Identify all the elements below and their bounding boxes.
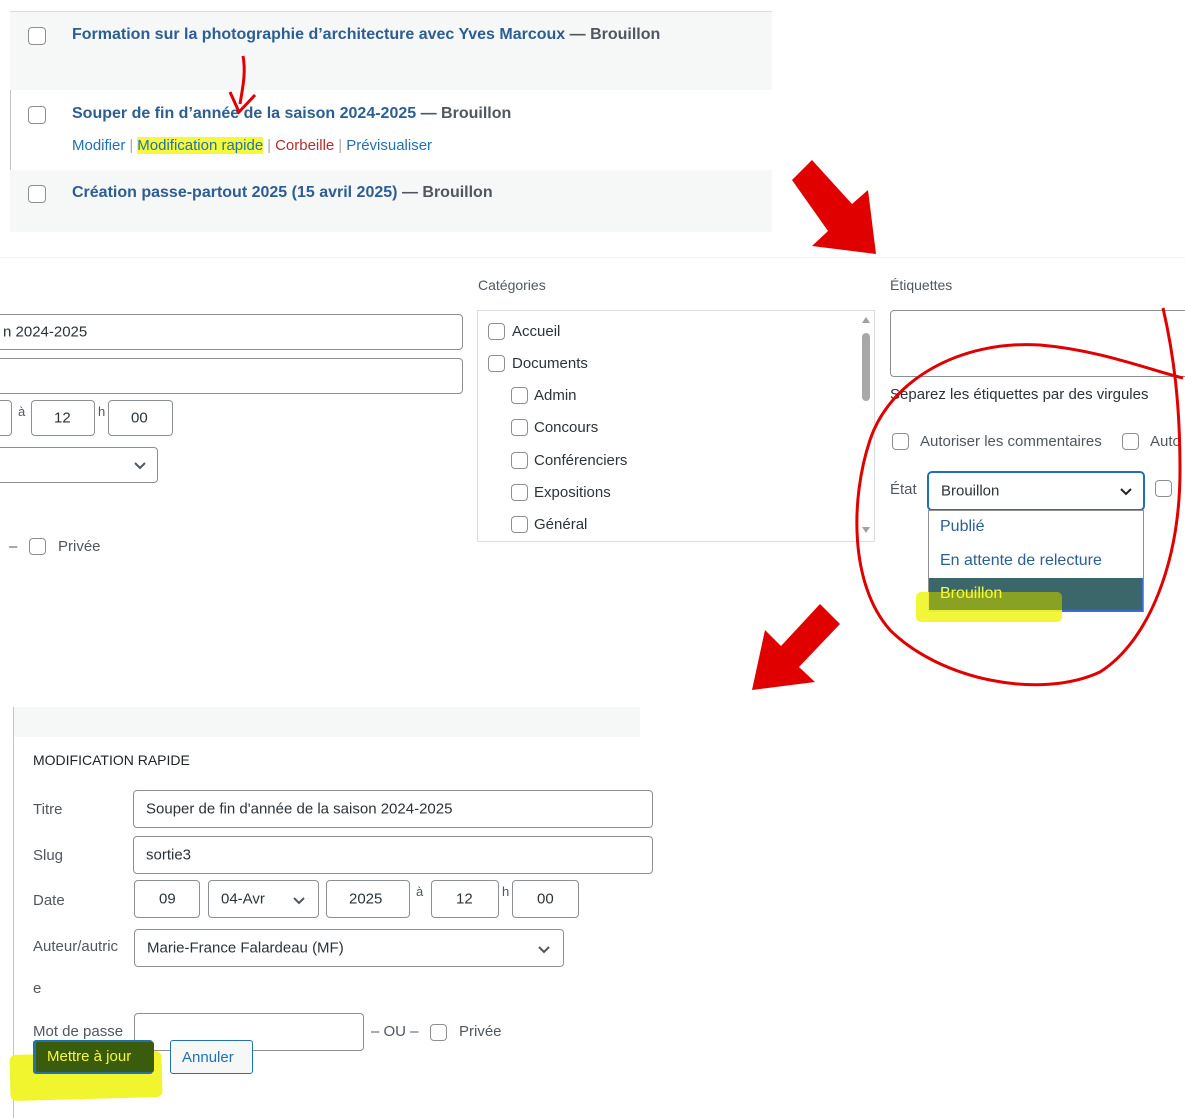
red-circle-annotation	[855, 307, 1184, 687]
red-arrow-icon	[752, 604, 840, 690]
annotation-layer	[228, 55, 1184, 690]
red-arrow-icon	[238, 55, 246, 105]
red-arrow-icon	[792, 160, 876, 254]
